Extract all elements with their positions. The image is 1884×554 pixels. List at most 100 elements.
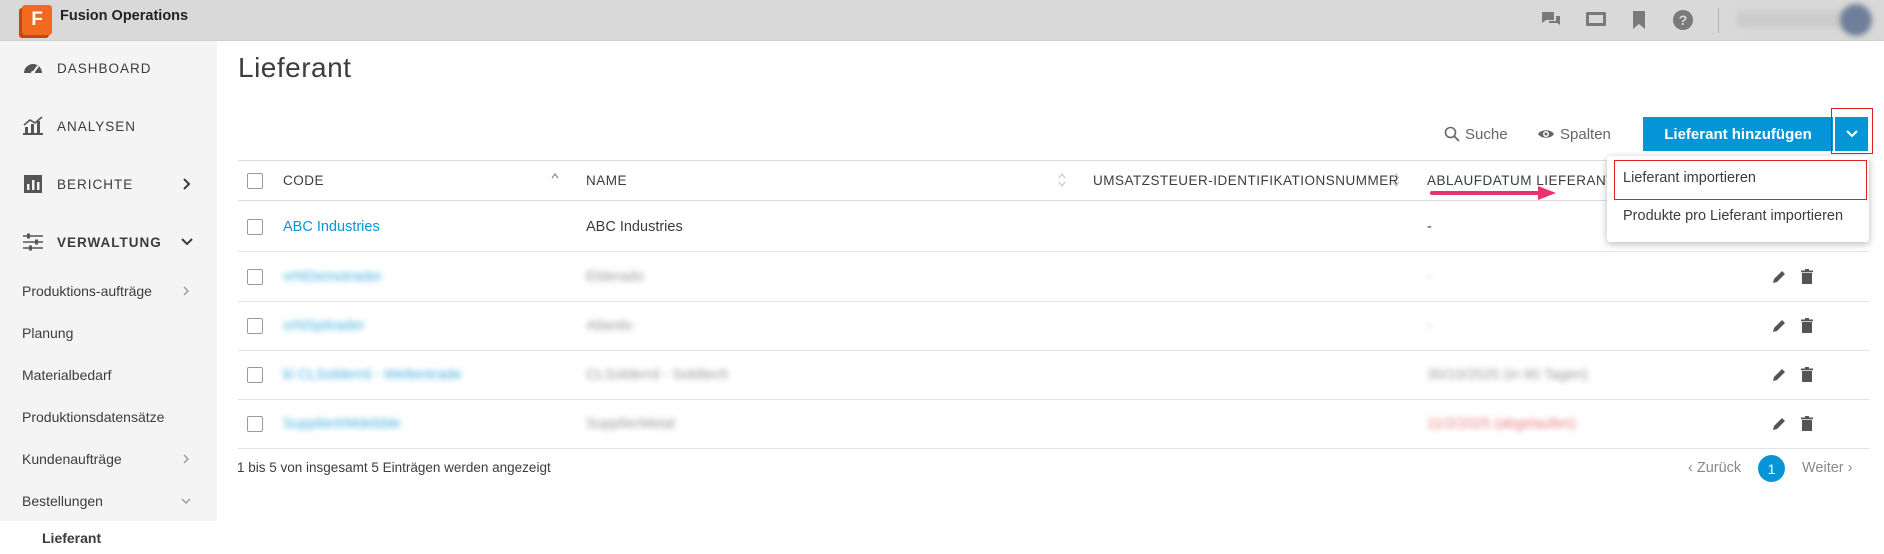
pagination-info: 1 bis 5 von insgesamt 5 Einträgen werden… xyxy=(237,460,551,475)
chevron-right-icon xyxy=(183,178,191,190)
sidebar-item-planung[interactable]: Planung xyxy=(0,313,217,353)
supplier-expiry: - xyxy=(1427,318,1432,334)
chevron-right-icon xyxy=(183,454,189,464)
table-row[interactable]: SuppliertrMdebble SupplierMetal 11/2/202… xyxy=(238,400,1869,449)
sidebar-item-label: VERWALTUNG xyxy=(57,234,162,250)
pagination-next[interactable]: Weiter › xyxy=(1802,460,1853,476)
columns-button[interactable]: Spalten xyxy=(1537,123,1611,145)
sidebar-item-berichte[interactable]: BERICHTE xyxy=(0,159,217,209)
search-button[interactable]: Suche xyxy=(1444,123,1508,145)
sidebar-item-analysen[interactable]: ANALYSEN xyxy=(0,101,217,151)
sliders-icon xyxy=(23,233,43,251)
chat-icon[interactable] xyxy=(1540,9,1562,31)
table-row[interactable]: kl CLSolderrd - Weltentrade CLSolderrd -… xyxy=(238,351,1869,400)
search-icon xyxy=(1444,126,1460,142)
supplier-code-link[interactable]: ABC Industries xyxy=(283,219,380,235)
supplier-name: SupplierMetal xyxy=(586,416,675,432)
sidebar-item-label: Produktions-aufträge xyxy=(22,283,152,299)
menu-item-import-products-per-supplier[interactable]: Produkte pro Lieferant importieren xyxy=(1623,208,1843,224)
sidebar-item-label: ANALYSEN xyxy=(57,118,137,134)
supplier-name: CLSolderrd - Soldtech xyxy=(586,367,729,383)
bookmark-icon[interactable] xyxy=(1628,9,1650,31)
app-logo[interactable]: F xyxy=(22,5,52,35)
sidebar: DASHBOARD ANALYSEN BERICHTE VERWALTUNG P… xyxy=(0,41,217,554)
sort-icon[interactable] xyxy=(550,172,560,188)
help-icon[interactable]: ? xyxy=(1672,9,1694,31)
chevron-right-icon xyxy=(183,286,189,296)
column-header-vat[interactable]: UMSATZSTEUER-IDENTIFIKATIONSNUMMER xyxy=(1093,173,1399,188)
supplier-expiry: - xyxy=(1427,219,1432,235)
sidebar-item-materialbedarf[interactable]: Materialbedarf xyxy=(0,355,217,395)
reports-icon xyxy=(24,175,42,193)
edit-icon[interactable] xyxy=(1770,366,1788,384)
analytics-icon xyxy=(23,116,43,135)
sidebar-item-label: BERICHTE xyxy=(57,176,134,192)
user-name-blurred[interactable] xyxy=(1737,11,1857,28)
table-row[interactable]: vrNSpitrader Atlantic - xyxy=(238,302,1869,351)
sidebar-item-dashboard[interactable]: DASHBOARD xyxy=(0,43,217,93)
sidebar-item-lieferant[interactable]: Lieferant xyxy=(0,521,217,554)
delete-icon[interactable] xyxy=(1798,366,1816,384)
column-header-code[interactable]: CODE xyxy=(283,173,324,188)
add-supplier-button[interactable]: Lieferant hinzufügen xyxy=(1643,117,1833,151)
supplier-expiry: 30/10/2025 (in 60 Tagen) xyxy=(1427,367,1588,383)
app-title: Fusion Operations xyxy=(60,8,189,24)
top-bar: F Fusion Operations ? xyxy=(0,0,1884,41)
chevron-down-icon xyxy=(181,238,193,246)
row-checkbox[interactable] xyxy=(247,219,263,235)
display-icon[interactable] xyxy=(1585,9,1607,31)
pagination-prev-label: Zurück xyxy=(1696,460,1742,476)
sidebar-item-label: Bestellungen xyxy=(22,493,103,509)
sort-icon[interactable] xyxy=(1057,172,1067,188)
select-all-checkbox[interactable] xyxy=(247,173,263,189)
sidebar-item-produktionsdatensaetze[interactable]: Produktionsdatensätze xyxy=(0,397,217,437)
supplier-name: ABC Industries xyxy=(586,219,683,235)
supplier-code-link[interactable]: kl CLSolderrd - Weltentrade xyxy=(283,367,462,383)
pagination-prev[interactable]: ‹ Zurück xyxy=(1688,460,1741,476)
delete-icon[interactable] xyxy=(1798,415,1816,433)
delete-icon[interactable] xyxy=(1798,268,1816,286)
search-label: Suche xyxy=(1465,125,1508,143)
sort-icon[interactable] xyxy=(1391,172,1401,188)
sidebar-item-label: Materialbedarf xyxy=(22,367,112,383)
pagination-current-page[interactable]: 1 xyxy=(1758,455,1785,482)
supplier-code-link[interactable]: vrNDemotrader xyxy=(283,269,382,285)
sidebar-item-label: DASHBOARD xyxy=(57,60,152,76)
sidebar-item-label: Lieferant xyxy=(42,529,102,546)
highlight-box xyxy=(1614,160,1867,200)
supplier-name: Atlantic xyxy=(586,318,634,334)
table-row[interactable]: vrNDemotrader Elderado - xyxy=(238,253,1869,302)
row-checkbox[interactable] xyxy=(247,416,263,432)
svg-text:?: ? xyxy=(1679,12,1688,28)
supplier-code-link[interactable]: SuppliertrMdebble xyxy=(283,416,401,432)
supplier-expiry-expired: 11/2/2025 (abgelaufen) xyxy=(1427,416,1576,432)
supplier-name: Elderado xyxy=(586,269,645,285)
eye-icon xyxy=(1538,130,1554,138)
delete-icon[interactable] xyxy=(1798,317,1816,335)
annotation-arrow-icon xyxy=(1430,186,1556,200)
sidebar-item-label: Produktionsdatensätze xyxy=(22,409,165,425)
pagination-next-label: Weiter xyxy=(1802,460,1844,476)
row-checkbox[interactable] xyxy=(247,318,263,334)
row-checkbox[interactable] xyxy=(247,367,263,383)
supplier-expiry: - xyxy=(1427,269,1432,285)
row-checkbox[interactable] xyxy=(247,269,263,285)
column-header-name[interactable]: NAME xyxy=(586,173,627,188)
sidebar-item-kundenauftraege[interactable]: Kundenaufträge xyxy=(0,439,217,479)
page-title: Lieferant xyxy=(238,52,352,83)
edit-icon[interactable] xyxy=(1770,415,1788,433)
sidebar-item-label: Planung xyxy=(22,325,74,341)
sidebar-item-verwaltung[interactable]: VERWALTUNG xyxy=(0,217,217,267)
columns-label: Spalten xyxy=(1560,125,1611,143)
dashboard-icon xyxy=(24,64,42,75)
avatar[interactable] xyxy=(1840,4,1872,36)
sidebar-item-produktionsauftraege[interactable]: Produktions-aufträge xyxy=(0,271,217,311)
edit-icon[interactable] xyxy=(1770,268,1788,286)
highlight-box xyxy=(1831,108,1873,154)
topbar-divider xyxy=(1718,8,1719,33)
edit-icon[interactable] xyxy=(1770,317,1788,335)
supplier-code-link[interactable]: vrNSpitrader xyxy=(283,318,364,334)
chevron-down-icon xyxy=(181,498,191,504)
sidebar-item-label: Kundenaufträge xyxy=(22,451,122,467)
sidebar-item-bestellungen[interactable]: Bestellungen xyxy=(0,481,217,521)
